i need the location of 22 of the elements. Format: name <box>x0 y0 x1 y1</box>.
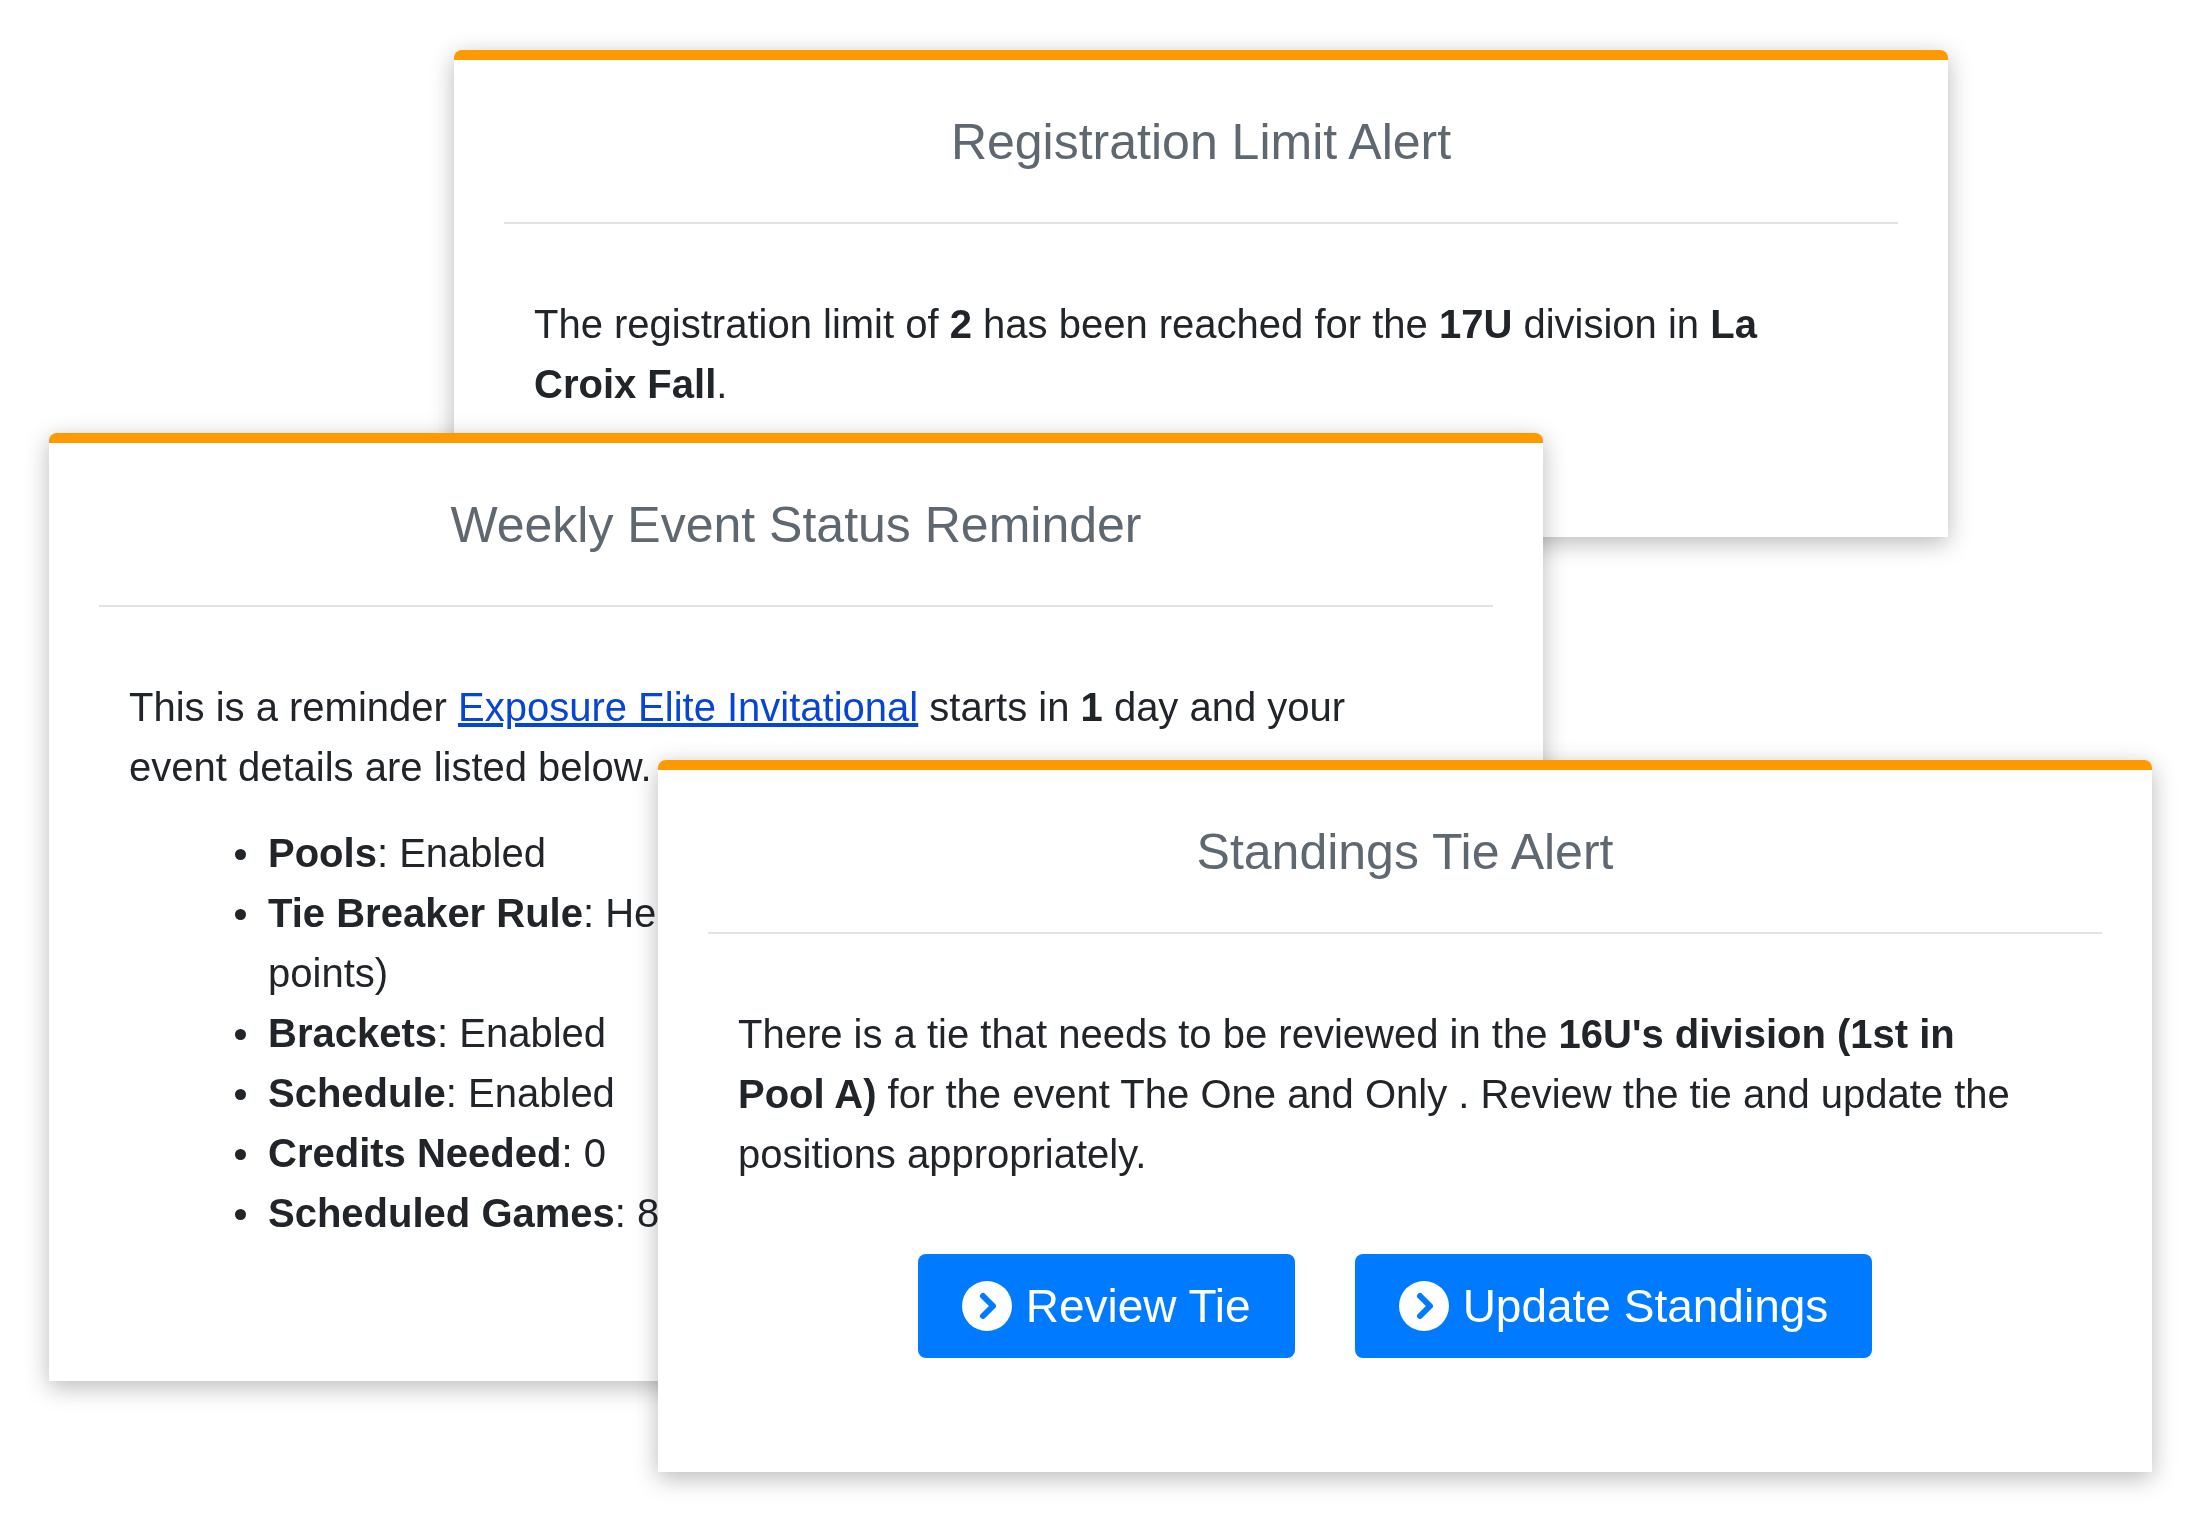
bullet <box>235 849 246 860</box>
detail-text: Pools: Enabled <box>268 830 546 877</box>
bullet <box>235 1029 246 1040</box>
detail-text: Credits Needed: 0 <box>268 1130 606 1177</box>
detail-text: Schedule: Enabled <box>268 1070 615 1117</box>
message-text: The registration limit of 2 has been reached for the 17U division in La Croix Fall. <box>534 301 1759 408</box>
card-title: Registration Limit Alert <box>949 113 1453 172</box>
detail-text: Brackets: Enabled <box>268 1010 607 1057</box>
event-link[interactable]: Exposure Elite Invitational <box>458 685 919 729</box>
bullet <box>235 1089 246 1100</box>
card-title: Weekly Event Status Reminder <box>449 496 1143 555</box>
action-button[interactable]: Update Standings <box>1354 1254 1873 1358</box>
chevron-circle-icon <box>961 1281 1012 1331</box>
bullet <box>235 1209 246 1220</box>
detail-text: Tie Breaker Rule: He points) <box>268 890 657 997</box>
card-title: Standings Tie Alert <box>1195 823 1615 882</box>
action-button[interactable]: Review Tie <box>917 1254 1295 1358</box>
bullet <box>235 1149 246 1160</box>
detail-text: Scheduled Games: 8 <box>268 1190 660 1237</box>
bullet <box>235 909 246 920</box>
chevron-circle-icon <box>1398 1281 1449 1331</box>
message-text: There is a tie that needs to be reviewed in the 16U's division (1st in Pool A) for the event The One and Only . Review the tie and update the positions appropriately. <box>738 1011 2011 1178</box>
